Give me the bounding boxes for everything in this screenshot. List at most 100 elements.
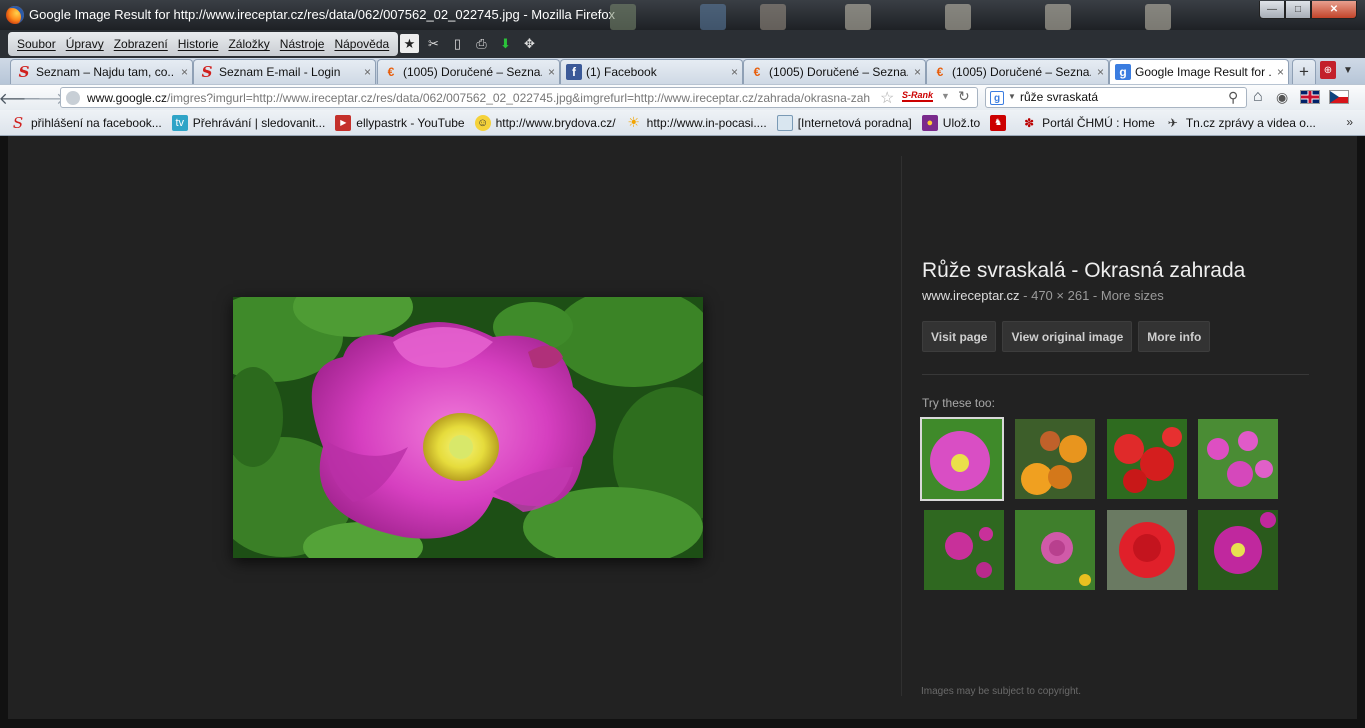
tab-close-icon[interactable]: × bbox=[731, 65, 738, 79]
site-identity-icon[interactable] bbox=[66, 91, 80, 105]
tab-close-icon[interactable]: × bbox=[181, 65, 188, 79]
thumbnail-magenta-rose[interactable] bbox=[1198, 510, 1278, 590]
tab-strip: S Seznam – Najdu tam, co... × S Seznam E… bbox=[0, 58, 1365, 84]
desktop-icon bbox=[845, 4, 871, 30]
tn-icon: ✈ bbox=[1167, 115, 1178, 130]
thumbnail-rose-bloom[interactable] bbox=[1015, 510, 1095, 590]
bookmark-item[interactable]: ♞ bbox=[990, 114, 1011, 131]
google-icon: g bbox=[1115, 64, 1131, 80]
reload-icon[interactable]: ↻ bbox=[958, 88, 970, 105]
bookmarks-overflow-icon[interactable]: » bbox=[1346, 115, 1353, 129]
menubar: Soubor Úpravy Zobrazení Historie Záložky… bbox=[0, 30, 1365, 58]
thumbnail-red-berries[interactable] bbox=[1107, 419, 1187, 499]
move-icon[interactable]: ✥ bbox=[520, 34, 539, 53]
thumbnail-rose-shrub[interactable] bbox=[924, 510, 1004, 590]
window-title-bar: Google Image Result for http://www.irece… bbox=[0, 0, 1365, 30]
clipboard-icon[interactable]: ▯ bbox=[448, 34, 467, 53]
tab-close-icon[interactable]: × bbox=[1097, 65, 1104, 79]
search-icon[interactable]: ⚲ bbox=[1228, 89, 1238, 106]
tab-list-dropdown-icon[interactable]: ▼ bbox=[1340, 61, 1356, 79]
thumbnail-pink-rose[interactable] bbox=[920, 417, 1004, 501]
email-e-icon: € bbox=[753, 65, 761, 79]
eye-icon[interactable]: ◉ bbox=[1276, 89, 1288, 106]
rose-preview-image[interactable] bbox=[233, 297, 703, 558]
thumbnail-pink-bush[interactable] bbox=[1198, 419, 1278, 499]
tab-email-2[interactable]: € (1005) Doručené – Sezna... × bbox=[743, 59, 926, 84]
print-icon[interactable]: ⎙ bbox=[472, 34, 491, 53]
desktop-icon bbox=[945, 4, 971, 30]
toolbar-buttons: ★ ✂ ▯ ⎙ ⬇ ✥ bbox=[400, 34, 539, 53]
tab-email-3[interactable]: € (1005) Doručené – Sezna... × bbox=[926, 59, 1109, 84]
czech-flag-icon[interactable] bbox=[1329, 90, 1349, 104]
tab-close-icon[interactable]: × bbox=[364, 65, 371, 79]
bookmark-star-icon[interactable]: ★ bbox=[400, 34, 419, 53]
window-title: Google Image Result for http://www.irece… bbox=[29, 7, 616, 22]
menu-zalozky[interactable]: Záložky bbox=[223, 37, 274, 51]
thumb-image bbox=[1015, 419, 1095, 499]
engine-dropdown-icon[interactable]: ▼ bbox=[1008, 92, 1016, 101]
menu-group: Soubor Úpravy Zobrazení Historie Záložky… bbox=[8, 32, 399, 56]
tab-seznam[interactable]: S Seznam – Najdu tam, co... × bbox=[10, 59, 193, 84]
tab-close-icon[interactable]: × bbox=[1277, 65, 1284, 79]
bookmark-item[interactable]: [Internetová poradna] bbox=[776, 114, 912, 131]
bookmark-item[interactable]: ▶ ellypastrk - YouTube bbox=[335, 114, 465, 131]
url-bar[interactable]: www.google.cz/imgres?imgurl=http://www.i… bbox=[60, 87, 978, 108]
bookmark-item[interactable]: ✽ Portál ČHMÚ : Home bbox=[1021, 115, 1155, 131]
bookmark-item[interactable]: ● Ulož.to bbox=[921, 114, 980, 131]
cut-icon[interactable]: ✂ bbox=[424, 34, 443, 53]
thumbnail-rose-hips[interactable] bbox=[1015, 419, 1095, 499]
bookmark-item[interactable]: ✈ Tn.cz zprávy a videa o... bbox=[1165, 115, 1316, 131]
uloz-to-icon: ● bbox=[921, 114, 938, 131]
tab-close-icon[interactable]: × bbox=[548, 65, 555, 79]
menu-nastroje[interactable]: Nástroje bbox=[275, 37, 330, 51]
url-text[interactable]: www.google.cz/imgres?imgurl=http://www.i… bbox=[87, 91, 877, 105]
home-icon[interactable]: ⌂ bbox=[1253, 88, 1263, 106]
srank-badge[interactable]: S-Rank bbox=[902, 90, 934, 102]
tv-icon: tv bbox=[171, 114, 188, 131]
uk-flag-icon[interactable] bbox=[1300, 90, 1320, 104]
visit-page-button[interactable]: Visit page bbox=[922, 321, 997, 352]
bookmark-label: přihlášení na facebook... bbox=[31, 115, 162, 130]
new-tab-button[interactable]: + bbox=[1292, 59, 1316, 84]
bookmark-item[interactable]: ☀ http://www.in-pocasi.... bbox=[626, 114, 767, 131]
tab-seznam-email[interactable]: S Seznam E-mail - Login × bbox=[193, 59, 376, 84]
window-controls: — □ ✕ bbox=[1259, 1, 1357, 19]
addon-icon[interactable]: ⊕ bbox=[1320, 61, 1336, 79]
menu-upravy[interactable]: Úpravy bbox=[61, 37, 109, 51]
desktop-icon bbox=[1145, 4, 1171, 30]
bookmark-label: http://www.in-pocasi.... bbox=[646, 115, 767, 130]
image-result-page: Růže svraskalá - Okrasná zahrada www.ire… bbox=[8, 136, 1357, 719]
bookmark-item[interactable]: tv Přehrávání | sledovanit... bbox=[171, 114, 326, 131]
menu-soubor[interactable]: Soubor bbox=[12, 37, 61, 51]
forward-button[interactable]: 🡒 bbox=[23, 88, 66, 108]
menu-napoveda[interactable]: Nápověda bbox=[329, 37, 394, 51]
maximize-button[interactable]: □ bbox=[1285, 1, 1311, 19]
email-e-icon: € bbox=[387, 65, 395, 79]
minimize-button[interactable]: — bbox=[1259, 1, 1285, 19]
bookmark-star-icon[interactable]: ☆ bbox=[880, 88, 894, 108]
menu-zobrazeni[interactable]: Zobrazení bbox=[109, 37, 173, 51]
close-window-button[interactable]: ✕ bbox=[1311, 1, 1357, 19]
bookmarks-bar: Spřihlášení na facebook... tv Přehrávání … bbox=[0, 110, 1365, 136]
search-engine-google-icon[interactable]: g bbox=[990, 91, 1004, 105]
tab-google-image[interactable]: g Google Image Result for ... × bbox=[1109, 59, 1289, 84]
thumbnail-red-rose[interactable] bbox=[1107, 510, 1187, 590]
tab-email-1[interactable]: € (1005) Doručené – Sezna... × bbox=[377, 59, 560, 84]
menu-historie[interactable]: Historie bbox=[173, 37, 224, 51]
download-icon[interactable]: ⬇ bbox=[496, 34, 515, 53]
tab-label: Seznam – Najdu tam, co... bbox=[36, 65, 175, 79]
tab-label: Seznam E-mail - Login bbox=[219, 65, 341, 79]
tab-close-icon[interactable]: × bbox=[914, 65, 921, 79]
more-info-button[interactable]: More info bbox=[1138, 321, 1211, 352]
bookmark-item[interactable]: ☺ http://www.brydova.cz/ bbox=[474, 114, 616, 131]
more-sizes-link[interactable]: More sizes bbox=[1101, 288, 1164, 303]
seznam-s-icon: S bbox=[12, 113, 24, 132]
bookmark-label: Přehrávání | sledovanit... bbox=[192, 115, 326, 130]
bookmark-label: Portál ČHMÚ : Home bbox=[1042, 115, 1155, 130]
url-dropdown-icon[interactable]: ▼ bbox=[941, 91, 950, 101]
view-original-button[interactable]: View original image bbox=[1002, 321, 1133, 352]
action-buttons: Visit page View original image More info bbox=[922, 321, 1322, 352]
bookmark-item[interactable]: Spřihlášení na facebook... bbox=[10, 113, 162, 132]
tab-facebook[interactable]: f (1) Facebook × bbox=[560, 59, 743, 84]
search-input[interactable] bbox=[1020, 90, 1220, 104]
